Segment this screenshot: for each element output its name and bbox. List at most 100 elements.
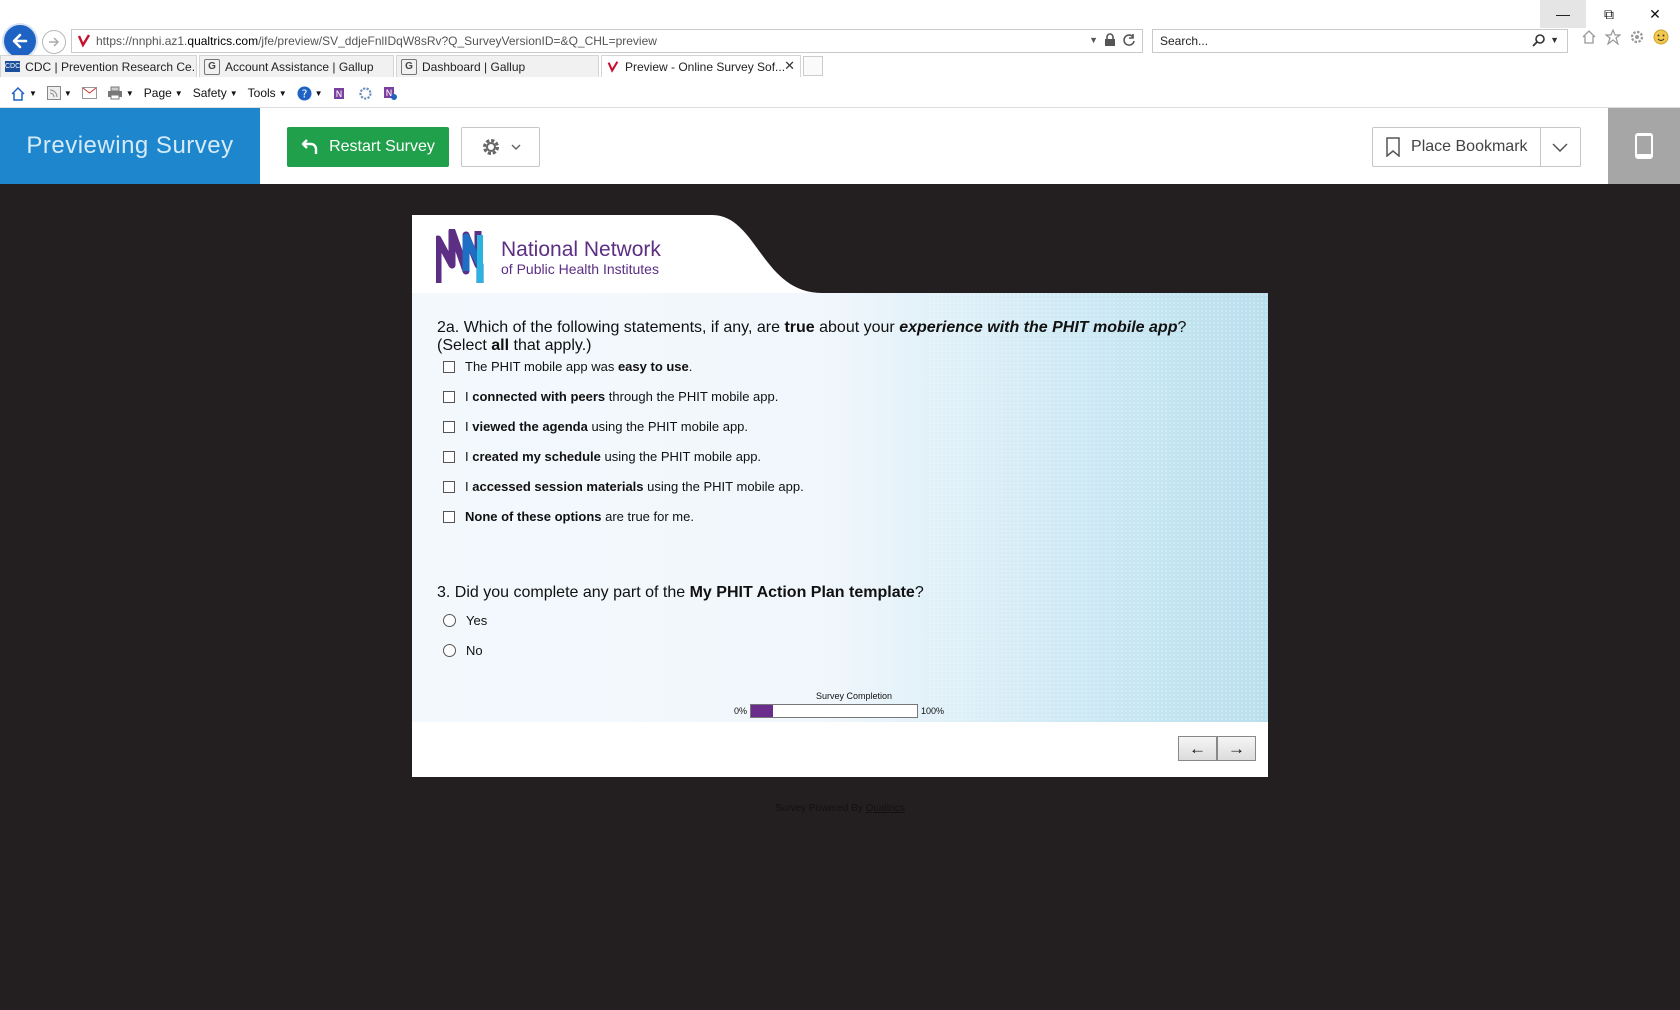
option-label: I viewed the agenda using the PHIT mobil…: [465, 419, 748, 434]
search-dropdown-icon[interactable]: ▼: [1550, 33, 1559, 47]
onenote-icon: N: [333, 87, 344, 100]
logo-text: National Network of Public Health Instit…: [501, 239, 661, 276]
preview-title: Previewing Survey: [0, 108, 260, 184]
print-menu[interactable]: ▼: [107, 86, 134, 100]
radio-option-no[interactable]: No: [443, 643, 483, 658]
settings-tool-button[interactable]: [358, 86, 373, 101]
search-icon[interactable]: [1532, 33, 1546, 47]
tab-account-assistance[interactable]: G Account Assistance | Gallup: [199, 55, 394, 77]
onenote-button[interactable]: N: [333, 86, 348, 101]
search-box[interactable]: Search... ▼: [1152, 29, 1568, 53]
question-text: Did you complete any part of the: [454, 584, 690, 601]
survey-card: National Network of Public Health Instit…: [412, 215, 1268, 777]
option-text: using the PHIT mobile app.: [587, 419, 749, 434]
progress-bar: [750, 704, 919, 718]
place-bookmark-button[interactable]: Place Bookmark: [1373, 128, 1541, 166]
onenote-linked-button[interactable]: N: [383, 86, 398, 101]
radio-option-yes[interactable]: Yes: [443, 613, 487, 628]
forward-button[interactable]: [42, 30, 66, 54]
nnphi-logo-mark-icon: [436, 229, 484, 283]
mail-icon: [81, 87, 97, 99]
safety-menu[interactable]: Safety ▼: [193, 86, 238, 100]
command-bar: ▼ ▼ ▼ Page ▼ Safety ▼ Tools ▼ ? ▼ N N: [0, 81, 1680, 105]
home-icon[interactable]: [1581, 29, 1597, 45]
navigation-buttons: ← →: [1178, 736, 1256, 761]
tab-cdc[interactable]: CDC CDC | Prevention Research Ce...: [0, 55, 197, 77]
checkbox[interactable]: [443, 480, 455, 493]
dropdown-icon[interactable]: ▼: [1089, 35, 1098, 45]
home-menu[interactable]: ▼: [10, 86, 37, 101]
qualtrics-favicon-icon: [77, 34, 91, 48]
cdc-favicon-icon: CDC: [5, 61, 21, 72]
close-tab-icon[interactable]: ✕: [784, 58, 795, 74]
address-bar[interactable]: https://nnphi.az1.qualtrics.com/jfe/prev…: [71, 29, 1143, 53]
qualtrics-link[interactable]: Qualtrics: [866, 803, 905, 814]
page-menu[interactable]: Page ▼: [144, 86, 183, 100]
question-number: 3.: [437, 584, 451, 601]
radio-button[interactable]: [443, 614, 456, 627]
option-text: using the PHIT mobile app.: [600, 449, 762, 464]
checkbox[interactable]: [443, 450, 455, 463]
rss-feed-icon: [46, 86, 61, 100]
question-emphasis: My PHIT Action Plan template: [689, 584, 915, 601]
checkbox-option-viewed-agenda[interactable]: I viewed the agenda using the PHIT mobil…: [443, 419, 748, 434]
progress-row: 0% 100%: [734, 704, 964, 718]
tab-label: CDC | Prevention Research Ce...: [25, 59, 197, 74]
tab-dashboard[interactable]: G Dashboard | Gallup: [396, 55, 599, 77]
option-label: I accessed session materials using the P…: [465, 479, 804, 494]
checkbox[interactable]: [443, 510, 455, 523]
url-suffix: /jfe/preview/SV_ddjeFnlIDqW8sRv?Q_Survey…: [258, 34, 657, 48]
radio-button[interactable]: [443, 644, 456, 657]
bookmark-dropdown-button[interactable]: [1541, 128, 1580, 166]
survey-progress: Survey Completion 0% 100%: [734, 691, 964, 718]
checkbox-option-connected-with-peers[interactable]: I connected with peers through the PHIT …: [443, 389, 778, 404]
help-menu[interactable]: ? ▼: [297, 86, 323, 101]
gallup-favicon-icon: G: [204, 58, 220, 75]
checkbox[interactable]: [443, 420, 455, 433]
url-prefix: https://nnphi.az1.: [96, 34, 188, 48]
lock-icon[interactable]: [1104, 33, 1116, 47]
question-text: ?: [1177, 319, 1187, 336]
checkbox-option-accessed-materials[interactable]: I accessed session materials using the P…: [443, 479, 804, 494]
preview-settings-button[interactable]: [461, 127, 540, 167]
survey-body: 2a. Which of the following statements, i…: [412, 293, 1268, 722]
checkbox-option-none[interactable]: None of these options are true for me.: [443, 509, 694, 524]
place-bookmark-label: Place Bookmark: [1411, 138, 1528, 155]
search-placeholder: Search...: [1160, 34, 1209, 48]
home-icon: [11, 86, 25, 101]
browser-chrome: — ⧉ ✕ https://nnphi.az1.qualtrics.com/jf…: [0, 0, 1680, 107]
progress-fill: [751, 705, 773, 717]
nnphi-logo: National Network of Public Health Instit…: [436, 229, 661, 285]
checkbox-option-easy-to-use[interactable]: The PHIT mobile app was easy to use.: [443, 359, 692, 374]
feeds-menu[interactable]: ▼: [46, 86, 72, 100]
mobile-preview-button[interactable]: [1608, 108, 1680, 184]
forward-arrow-icon: [49, 37, 60, 47]
back-button[interactable]: [2, 23, 38, 59]
question-2a: 2a. Which of the following statements, i…: [437, 319, 1237, 355]
restart-survey-button[interactable]: Restart Survey: [287, 127, 449, 167]
checkbox[interactable]: [443, 390, 455, 403]
option-emphasis: None of these options: [465, 509, 602, 524]
caret-icon: ▼: [278, 88, 287, 98]
refresh-icon[interactable]: [1122, 33, 1136, 47]
tab-preview[interactable]: Preview - Online Survey Sof... ✕: [601, 55, 801, 77]
checkbox-option-created-schedule[interactable]: I created my schedule using the PHIT mob…: [443, 449, 761, 464]
restart-arrow-icon: [301, 139, 318, 154]
progress-label: Survey Completion: [815, 691, 893, 701]
option-text: through the PHIT mobile app.: [605, 389, 779, 404]
tools-menu[interactable]: Tools ▼: [248, 86, 287, 100]
smiley-feedback-icon[interactable]: [1653, 29, 1669, 45]
url-domain: qualtrics.com: [187, 34, 259, 48]
svg-text:N: N: [335, 90, 342, 100]
preview-header: Previewing Survey Restart Survey Place B…: [0, 107, 1680, 184]
qualtrics-favicon-icon: [607, 60, 619, 73]
next-page-button[interactable]: →: [1217, 736, 1256, 761]
gear-icon[interactable]: [1629, 29, 1645, 45]
mail-button[interactable]: [81, 87, 97, 99]
checkbox[interactable]: [443, 360, 455, 373]
safety-menu-label: Safety: [192, 86, 227, 100]
favorites-star-icon[interactable]: [1605, 29, 1621, 45]
back-page-button[interactable]: ←: [1178, 736, 1217, 761]
progress-max-label: 100%: [921, 706, 945, 716]
new-tab-button[interactable]: [803, 56, 823, 76]
